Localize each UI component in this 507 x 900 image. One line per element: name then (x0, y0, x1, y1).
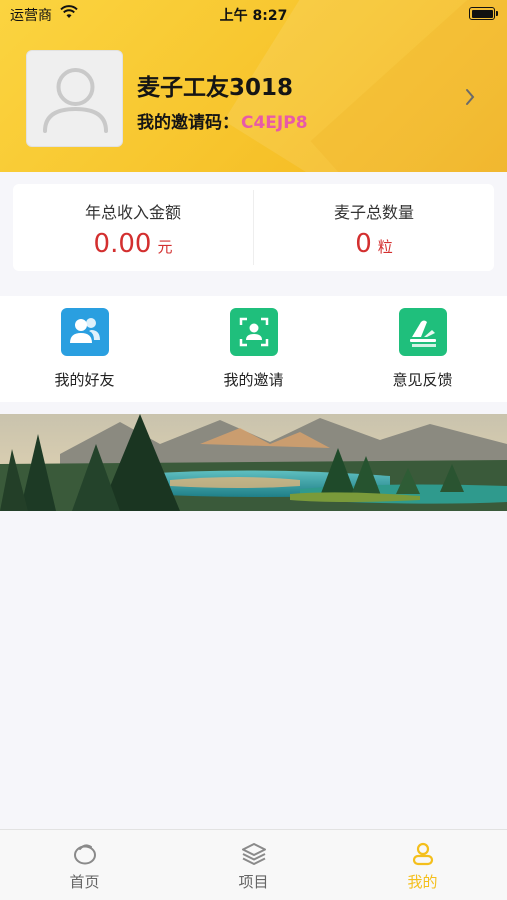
income-value: 0.00 (93, 229, 152, 259)
action-label: 我的邀请 (223, 371, 284, 389)
wheat-label: 麦子总数量 (333, 203, 414, 222)
battery-icon (469, 7, 498, 20)
tab-label: 首页 (69, 873, 100, 891)
home-icon (72, 841, 98, 871)
tab-home[interactable]: 首页 (0, 830, 169, 900)
wheat-value-row: 0粒 (254, 229, 494, 259)
action-my-friends[interactable]: 我的好友 (0, 296, 169, 402)
feedback-icon (399, 308, 447, 356)
username: 麦子工友3018 (137, 75, 294, 101)
avatar[interactable] (26, 50, 123, 147)
income-stat[interactable]: 年总收入金额 0.00 元 (13, 184, 253, 271)
banner-image (0, 414, 507, 511)
action-my-invites[interactable]: 我的邀请 (169, 296, 338, 402)
layers-icon (241, 841, 267, 871)
clock: 上午 8:27 (219, 8, 288, 24)
tab-mine[interactable]: 我的 (338, 830, 507, 900)
invite-code-row[interactable]: 我的邀请码： C4EJP8 (137, 108, 308, 133)
friends-icon (61, 308, 109, 356)
user-avatar-icon (43, 68, 108, 133)
bottom-tab-bar: 首页 项目 我的 (0, 829, 507, 900)
invite-code-label: 我的邀请码： (137, 113, 239, 133)
tab-label: 我的 (407, 873, 438, 891)
income-label: 年总收入金额 (84, 203, 181, 222)
tab-label: 项目 (238, 873, 269, 891)
user-icon (410, 841, 436, 871)
profile-header: 运营商 上午 8:27 麦子工友3018 我的邀请码： C4EJP8 (0, 0, 507, 172)
invite-scan-icon (230, 308, 278, 356)
wheat-value: 0 (355, 229, 372, 259)
wheat-stat[interactable]: 麦子总数量 0粒 (254, 184, 494, 271)
action-feedback[interactable]: 意见反馈 (338, 296, 507, 402)
landscape-banner[interactable] (0, 414, 507, 511)
income-value-row: 0.00 元 (13, 229, 253, 259)
tab-projects[interactable]: 项目 (169, 830, 338, 900)
action-label: 我的好友 (54, 371, 115, 389)
status-bar: 运营商 上午 8:27 (0, 0, 507, 30)
chevron-right-icon[interactable] (465, 88, 475, 110)
quick-actions: 我的好友 我的邀请 意见反馈 (0, 296, 507, 402)
stats-card: 年总收入金额 0.00 元 麦子总数量 0粒 (13, 184, 494, 271)
wheat-unit: 粒 (377, 238, 393, 256)
invite-code-value[interactable]: C4EJP8 (241, 113, 308, 133)
action-label: 意见反馈 (392, 371, 453, 389)
income-unit: 元 (157, 238, 173, 256)
